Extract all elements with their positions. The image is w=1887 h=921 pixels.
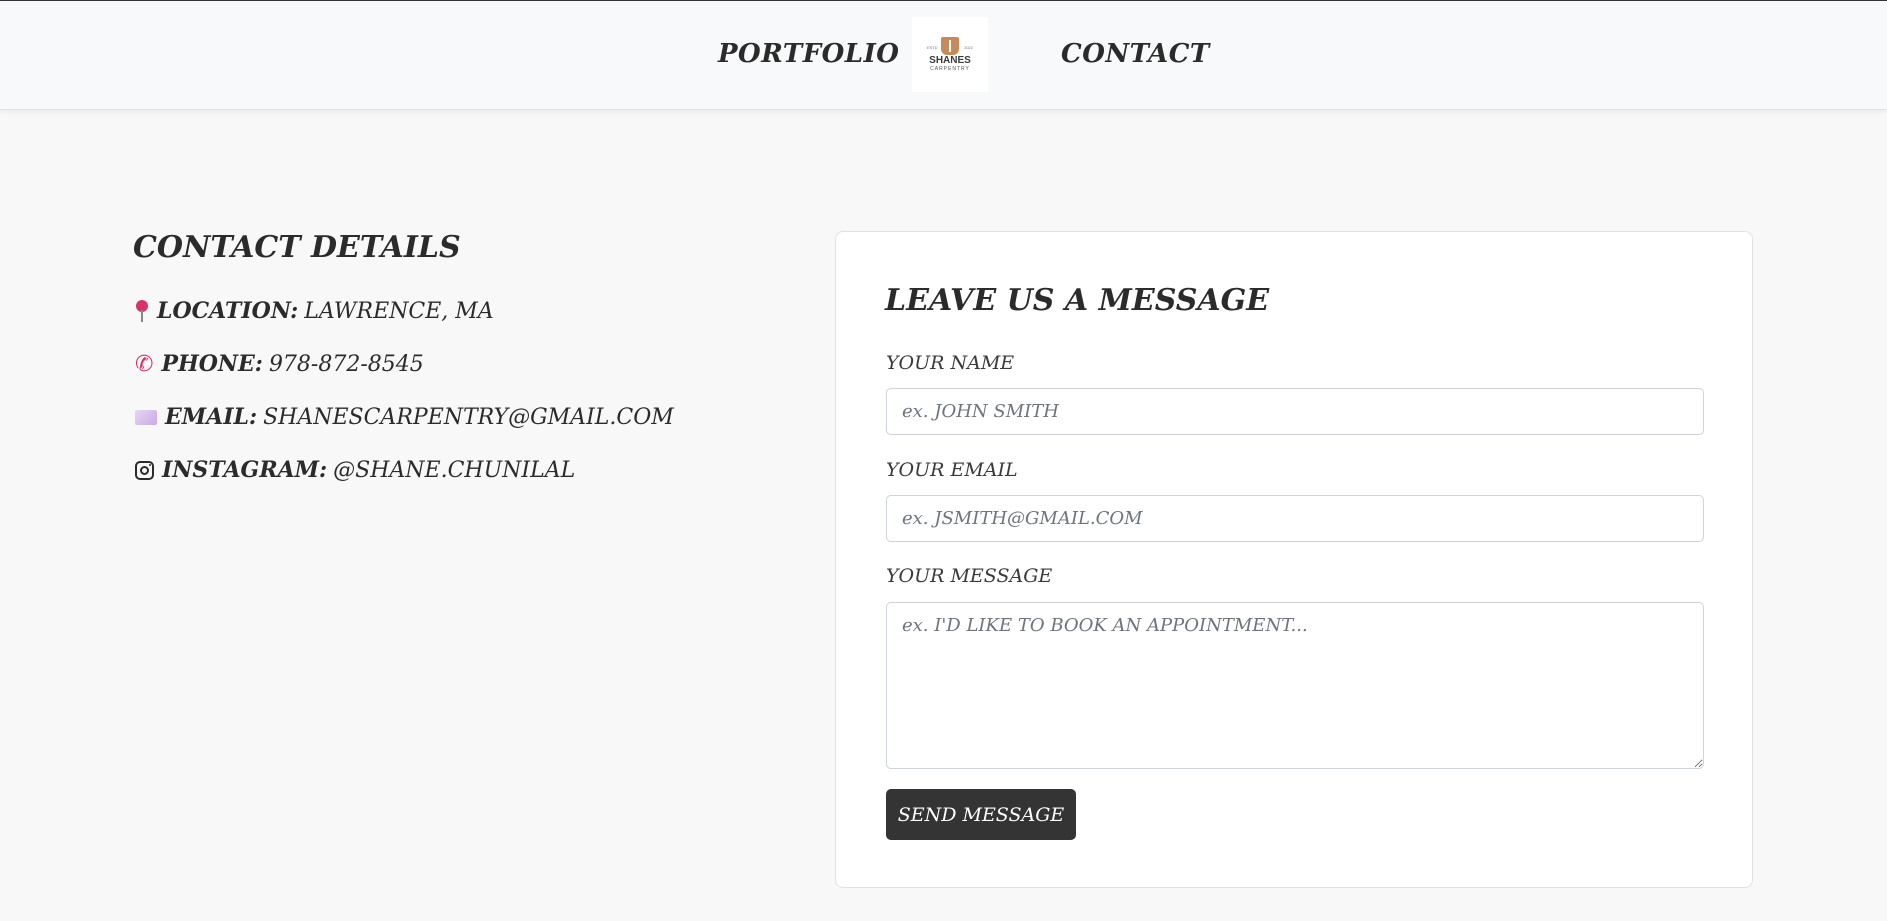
message-label: YOUR MESSAGE: [886, 565, 1053, 587]
email-label: YOUR EMAIL: [886, 459, 1018, 481]
detail-phone-label: PHONE:: [161, 351, 263, 377]
logo-crest-icon: [941, 37, 959, 55]
envelope-icon: [135, 409, 157, 425]
detail-email: EMAIL: SHANESCARPENTRY@GMAIL.COM: [135, 404, 674, 430]
nav-contact-link[interactable]: CONTACT: [1061, 39, 1210, 69]
phone-icon: ✆: [135, 351, 154, 377]
logo-name: SHANES: [929, 55, 971, 66]
email-input[interactable]: [886, 495, 1704, 542]
name-input[interactable]: [886, 388, 1704, 435]
detail-instagram: INSTAGRAM: @SHANE.CHUNILAL: [135, 457, 575, 483]
logo-subtitle: CARPENTRY: [930, 66, 970, 72]
detail-instagram-value: @SHANE.CHUNILAL: [333, 457, 576, 483]
location-pin-icon: [135, 300, 149, 322]
name-label: YOUR NAME: [886, 352, 1015, 374]
detail-instagram-label: INSTAGRAM:: [162, 457, 328, 483]
contact-details-title: CONTACT DETAILS: [133, 230, 461, 265]
navbar: PORTFOLIO ESTD 2022 SHANES CARPENTRY CON…: [0, 1, 1887, 110]
form-title: LEAVE US A MESSAGE: [885, 283, 1270, 318]
detail-phone: ✆ PHONE: 978-872-8545: [135, 351, 424, 377]
detail-location-value: LAWRENCE, MA: [304, 298, 494, 324]
detail-location-label: LOCATION:: [157, 298, 299, 324]
send-message-button[interactable]: SEND MESSAGE: [886, 789, 1076, 840]
logo-est-right: 2022: [964, 45, 973, 50]
message-textarea[interactable]: [886, 602, 1704, 769]
brand-logo[interactable]: ESTD 2022 SHANES CARPENTRY: [912, 17, 988, 92]
detail-location: LOCATION: LAWRENCE, MA: [135, 298, 494, 324]
nav-portfolio-link[interactable]: PORTFOLIO: [718, 39, 899, 69]
logo-est-left: ESTD: [927, 45, 938, 50]
message-form-card: LEAVE US A MESSAGE YOUR NAME YOUR EMAIL …: [835, 231, 1753, 888]
instagram-icon: [135, 460, 154, 480]
detail-email-value: SHANESCARPENTRY@GMAIL.COM: [263, 404, 674, 430]
detail-phone-value: 978-872-8545: [268, 351, 424, 377]
detail-email-label: EMAIL:: [165, 404, 258, 430]
